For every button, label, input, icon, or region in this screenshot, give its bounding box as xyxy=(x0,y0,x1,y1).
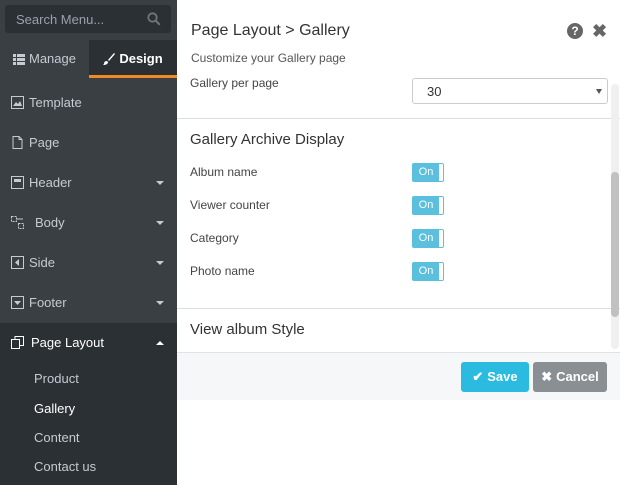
sidebar: Search Menu... Manage Design Template Pa… xyxy=(0,0,177,485)
sidebar-item-label: Side xyxy=(29,255,56,270)
divider xyxy=(177,118,620,119)
cancel-label: Cancel xyxy=(556,369,599,384)
sidebar-item-label: Body xyxy=(35,215,65,230)
submenu-item-content[interactable]: Content xyxy=(34,430,80,445)
header-icon xyxy=(11,176,24,189)
file-icon xyxy=(12,136,23,149)
row-label-category: Category xyxy=(190,231,239,245)
sidebar-item-page[interactable]: Page xyxy=(0,123,177,163)
submenu-item-gallery[interactable]: Gallery xyxy=(34,401,75,416)
toggle-category[interactable]: On xyxy=(412,229,444,248)
sidebar-item-page-layout[interactable]: Page Layout xyxy=(0,323,177,363)
divider xyxy=(177,308,620,309)
body-icon xyxy=(11,216,24,229)
scrollbar-thumb[interactable] xyxy=(611,172,619,317)
mode-tabs: Manage Design xyxy=(0,40,177,78)
x-icon: ✖ xyxy=(541,369,553,384)
page-title: Page Layout > Gallery xyxy=(191,22,350,39)
save-label: Save xyxy=(487,369,518,384)
brush-icon xyxy=(103,53,116,65)
chevron-down-icon xyxy=(156,301,164,305)
tab-manage[interactable]: Manage xyxy=(0,40,89,78)
cancel-button[interactable]: ✖ Cancel xyxy=(533,362,607,392)
sidebar-item-label: Header xyxy=(29,175,72,190)
settings-content: Gallery per page 30 Gallery Archive Disp… xyxy=(177,78,620,352)
toggle-state: On xyxy=(413,164,439,181)
section-title-archive: Gallery Archive Display xyxy=(190,131,345,148)
sidebar-item-label: Template xyxy=(29,95,82,110)
sidebar-item-body[interactable]: Body xyxy=(0,203,177,243)
select-value: 30 xyxy=(427,84,442,99)
sidebar-item-label: Footer xyxy=(29,295,67,310)
list-icon xyxy=(13,54,25,65)
toggle-album-name[interactable]: On xyxy=(412,163,444,182)
toggle-viewer-counter[interactable]: On xyxy=(412,196,444,215)
page-layout-submenu: Product Gallery Content Contact us xyxy=(0,363,177,485)
page-subtitle: Customize your Gallery page xyxy=(191,51,346,65)
row-label-photo-name: Photo name xyxy=(190,264,255,278)
image-icon xyxy=(11,96,24,109)
check-icon: ✔ xyxy=(472,369,484,384)
action-footer: ✔ Save ✖ Cancel xyxy=(177,352,620,400)
gallery-per-page-label: Gallery per page xyxy=(190,78,279,90)
submenu-item-contact-us[interactable]: Contact us xyxy=(34,459,96,474)
copy-icon xyxy=(11,336,24,349)
row-label-album-name: Album name xyxy=(190,165,258,179)
close-icon[interactable]: ✖ xyxy=(592,21,607,42)
sidebar-item-header[interactable]: Header xyxy=(0,163,177,203)
section-title-album-style: View album Style xyxy=(190,321,305,338)
footer-icon xyxy=(11,296,24,309)
search-menu-input[interactable]: Search Menu... xyxy=(5,5,171,33)
search-icon[interactable] xyxy=(147,12,161,26)
row-label-viewer-counter: Viewer counter xyxy=(190,198,270,212)
chevron-up-icon xyxy=(156,341,164,345)
sidebar-item-side[interactable]: Side xyxy=(0,243,177,283)
gallery-per-page-select[interactable]: 30 xyxy=(412,78,608,104)
sidebar-item-label: Page xyxy=(29,135,60,150)
submenu-item-product[interactable]: Product xyxy=(34,371,79,386)
sidebar-item-template[interactable]: Template xyxy=(0,83,177,123)
save-button[interactable]: ✔ Save xyxy=(461,362,529,392)
chevron-down-icon xyxy=(156,221,164,225)
toggle-photo-name[interactable]: On xyxy=(412,262,444,281)
chevron-down-icon xyxy=(596,89,602,94)
toggle-state: On xyxy=(413,230,439,247)
search-placeholder: Search Menu... xyxy=(16,12,105,27)
tab-manage-label: Manage xyxy=(29,51,76,66)
tab-design[interactable]: Design xyxy=(89,40,177,78)
help-icon[interactable]: ? xyxy=(567,23,583,39)
side-icon xyxy=(11,256,24,269)
toggle-state: On xyxy=(413,197,439,214)
chevron-down-icon xyxy=(156,181,164,185)
chevron-down-icon xyxy=(156,261,164,265)
toggle-state: On xyxy=(413,263,439,280)
sidebar-item-label: Page Layout xyxy=(31,335,105,350)
sidebar-item-footer[interactable]: Footer xyxy=(0,283,177,323)
tab-design-label: Design xyxy=(119,51,163,66)
